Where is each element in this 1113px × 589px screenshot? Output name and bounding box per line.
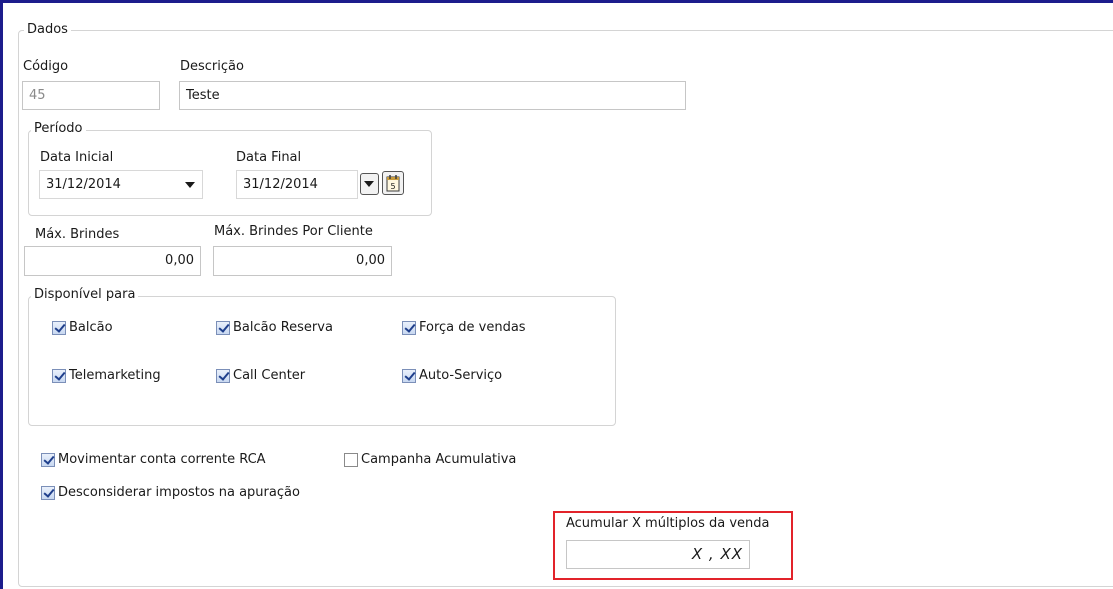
checkbox-telemarketing-box[interactable] xyxy=(52,368,66,383)
calendar-icon: 5 xyxy=(386,175,400,192)
codigo-field[interactable]: 45 xyxy=(22,81,160,110)
checkbox-balcao-reserva[interactable]: Balcão Reserva xyxy=(216,320,333,335)
checkbox-forca-de-vendas[interactable]: Força de vendas xyxy=(402,320,526,335)
checkbox-desconsiderar-impostos[interactable]: Desconsiderar impostos na apuração xyxy=(41,485,300,500)
max-brindes-cliente-field[interactable]: 0,00 xyxy=(213,246,392,276)
checkbox-balcao-reserva-box[interactable] xyxy=(216,320,230,335)
disponivel-group xyxy=(28,296,616,426)
checkbox-desconsiderar-impostos-label: Desconsiderar impostos na apuração xyxy=(58,485,300,500)
checkbox-auto-servico[interactable]: Auto-Serviço xyxy=(402,368,502,383)
acumular-label: Acumular X múltiplos da venda xyxy=(566,516,770,531)
codigo-label: Código xyxy=(23,59,69,74)
disponivel-legend: Disponível para xyxy=(31,287,139,302)
checkbox-balcao-box[interactable] xyxy=(52,320,66,335)
checkbox-call-center-box[interactable] xyxy=(216,368,230,383)
calendar-button[interactable]: 5 xyxy=(382,171,404,195)
data-inicial-label: Data Inicial xyxy=(40,150,114,165)
checkbox-campanha-acumulativa[interactable]: Campanha Acumulativa xyxy=(344,452,516,467)
checkbox-campanha-acumulativa-label: Campanha Acumulativa xyxy=(361,452,517,467)
checkbox-auto-servico-label: Auto-Serviço xyxy=(419,368,503,383)
checkbox-call-center-label: Call Center xyxy=(233,368,306,383)
checkbox-telemarketing-label: Telemarketing xyxy=(69,368,161,383)
checkbox-balcao-label: Balcão xyxy=(69,320,113,335)
checkbox-auto-servico-box[interactable] xyxy=(402,368,416,383)
checkbox-forca-de-vendas-box[interactable] xyxy=(402,320,416,335)
checkbox-balcao[interactable]: Balcão xyxy=(52,320,113,335)
window-border-top xyxy=(0,0,1113,3)
acumular-field[interactable]: X , XX xyxy=(566,540,750,569)
checkbox-campanha-acumulativa-box[interactable] xyxy=(344,452,358,467)
data-final-label: Data Final xyxy=(236,150,302,165)
data-final-dropdown-button[interactable] xyxy=(360,173,379,195)
checkbox-movimentar-conta[interactable]: Movimentar conta corrente RCA xyxy=(41,452,266,467)
descricao-label: Descrição xyxy=(180,59,244,74)
descricao-field[interactable]: Teste xyxy=(179,81,686,110)
max-brindes-field[interactable]: 0,00 xyxy=(24,246,201,276)
checkbox-balcao-reserva-label: Balcão Reserva xyxy=(233,320,333,335)
checkbox-desconsiderar-impostos-box[interactable] xyxy=(41,485,55,500)
window-border-left xyxy=(0,0,3,589)
data-inicial-select[interactable]: 31/12/2014 xyxy=(39,170,203,199)
periodo-legend: Período xyxy=(31,121,86,136)
max-brindes-label: Máx. Brindes xyxy=(35,227,120,242)
svg-text:5: 5 xyxy=(390,182,395,191)
dados-legend: Dados xyxy=(24,22,71,37)
checkbox-movimentar-conta-label: Movimentar conta corrente RCA xyxy=(58,452,266,467)
checkbox-call-center[interactable]: Call Center xyxy=(216,368,305,383)
chevron-down-icon[interactable] xyxy=(185,182,195,188)
data-final-field[interactable]: 31/12/2014 xyxy=(236,170,358,199)
checkbox-movimentar-conta-box[interactable] xyxy=(41,452,55,467)
max-brindes-cliente-label: Máx. Brindes Por Cliente xyxy=(214,224,373,239)
checkbox-telemarketing[interactable]: Telemarketing xyxy=(52,368,161,383)
checkbox-forca-de-vendas-label: Força de vendas xyxy=(419,320,526,335)
